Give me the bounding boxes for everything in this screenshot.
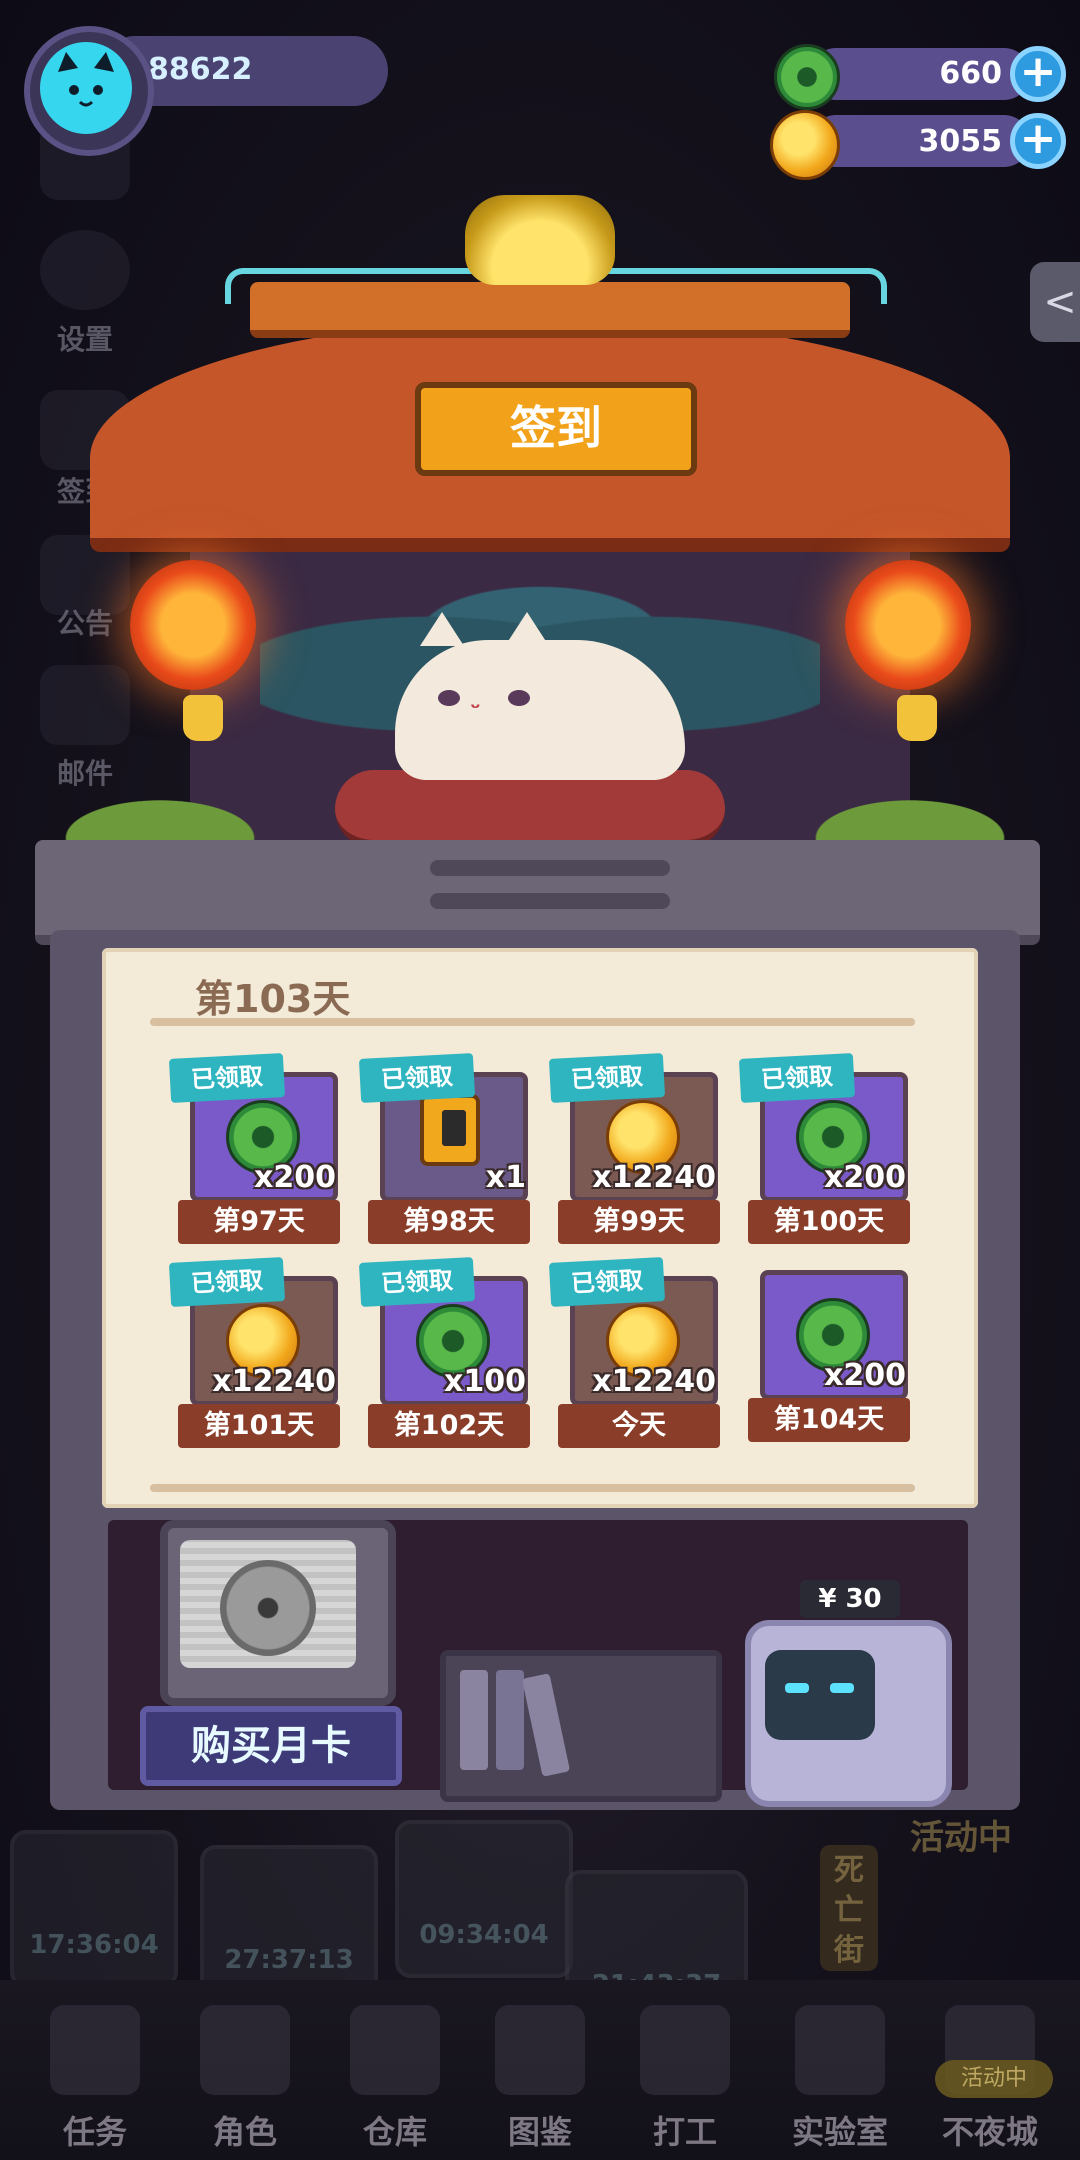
claimed-badge: 已领取 [358, 1053, 476, 1103]
cat-eye-left [438, 690, 460, 706]
cat-face-icon [58, 52, 114, 107]
avatar[interactable] [40, 42, 132, 134]
side-menu-mail: 邮件 [56, 757, 113, 790]
cat-ear-left [420, 612, 464, 646]
day-label: 第101天 [178, 1404, 340, 1448]
side-event-active: 活动中 [910, 1818, 1012, 1858]
gear-icon [40, 230, 130, 310]
nav-event-badge: 活动中 [935, 2060, 1053, 2098]
day-card-99[interactable]: x12240 第99天 已领取 [548, 1053, 720, 1244]
claimed-badge: 已领取 [548, 1257, 666, 1307]
player-id: 88622 [148, 52, 253, 87]
reward-qty: x12240 [212, 1364, 336, 1399]
day-card-97[interactable]: x200 第97天 已领取 [168, 1053, 340, 1244]
ledge-slot-2 [430, 893, 670, 909]
reward-qty: x200 [824, 1358, 906, 1393]
cat-ear-right [505, 612, 549, 646]
robot-eye-left [785, 1683, 809, 1693]
share-icon[interactable]: < [1030, 262, 1080, 342]
day-card-98[interactable]: x1 第98天 已领取 [358, 1053, 530, 1244]
nav-work[interactable]: 打工 [620, 2005, 750, 2155]
claimed-badge: 已领取 [168, 1257, 286, 1307]
day-card-101[interactable]: x12240 第101天 已领取 [168, 1257, 340, 1448]
title-divider [150, 1018, 915, 1026]
mail-icon [40, 665, 130, 745]
cat-mouth: ᵕ [470, 696, 481, 721]
buy-monthly-card-button[interactable]: 购买月卡 [140, 1706, 402, 1786]
checkin-sign: 签到 [415, 382, 697, 476]
reward-qty: x200 [824, 1160, 906, 1195]
reward-qty: x12240 [592, 1364, 716, 1399]
add-jade-button[interactable]: + [1010, 46, 1066, 102]
book-icon [495, 2005, 585, 2095]
day-card-today[interactable]: x12240 今天 已领取 [548, 1257, 720, 1448]
clipboard-icon [50, 2005, 140, 2095]
day-label: 第97天 [178, 1200, 340, 1244]
nav-tasks[interactable]: 任务 [30, 2005, 160, 2155]
day-label: 第102天 [368, 1404, 530, 1448]
character-icon [200, 2005, 290, 2095]
side-event-vertical: 死亡街 [820, 1845, 878, 1971]
side-menu-notice: 公告 [56, 607, 113, 640]
robot-face [765, 1650, 875, 1740]
day-label: 第104天 [748, 1398, 910, 1442]
lantern-left-icon [130, 560, 256, 690]
claimed-badge: 已领取 [548, 1053, 666, 1103]
day-card-102[interactable]: x100 第102天 已领取 [358, 1257, 530, 1448]
cushion [335, 770, 725, 848]
jade-value: 660 [939, 56, 1002, 91]
jade-coin-icon [774, 44, 840, 110]
disc-icon [220, 1560, 316, 1656]
reward-qty: x12240 [592, 1160, 716, 1195]
cat-mascot [395, 640, 685, 780]
add-gold-button[interactable]: + [1010, 113, 1066, 169]
claimed-badge: 已领取 [168, 1053, 286, 1103]
battery-icon [420, 1094, 480, 1166]
claimed-badge: 已领取 [738, 1053, 856, 1103]
nav-character[interactable]: 角色 [180, 2005, 310, 2155]
day-label: 今天 [558, 1404, 720, 1448]
chest-icon [350, 2005, 440, 2095]
gold-value: 3055 [918, 124, 1003, 159]
briefcase-icon [640, 2005, 730, 2095]
ledge-slot-1 [430, 860, 670, 876]
lantern-right-icon [845, 560, 971, 690]
flask-icon [795, 2005, 885, 2095]
reward-qty: x100 [444, 1364, 526, 1399]
claimed-badge: 已领取 [358, 1257, 476, 1307]
checkin-day-title: 第103天 [195, 977, 351, 1021]
day-label: 第99天 [558, 1200, 720, 1244]
price-tag: ¥ 30 [800, 1580, 900, 1618]
lantern-tassel-right [897, 695, 937, 741]
gold-ingot-icon [465, 195, 615, 285]
gold-coin-icon [770, 110, 840, 180]
day-label: 第100天 [748, 1200, 910, 1244]
day-card-100[interactable]: x200 第100天 已领取 [738, 1053, 910, 1244]
day-card-104[interactable]: x200 第104天 [748, 1270, 910, 1442]
robot-eye-right [830, 1683, 854, 1693]
side-menu-settings: 设置 [56, 323, 113, 356]
lantern-tassel-left [183, 695, 223, 741]
nav-collection[interactable]: 图鉴 [475, 2005, 605, 2155]
cat-eye-right [508, 690, 530, 706]
book-2 [496, 1670, 524, 1770]
bg-timer-1: 17:36:04 [10, 1830, 178, 1988]
nav-lab[interactable]: 实验室 [775, 2005, 905, 2155]
day-label: 第98天 [368, 1200, 530, 1244]
reward-qty: x1 [485, 1160, 526, 1195]
bg-timer-3: 09:34:04 [395, 1820, 573, 1978]
nav-warehouse[interactable]: 仓库 [330, 2005, 460, 2155]
book-1 [460, 1670, 488, 1770]
bottom-divider [150, 1484, 915, 1492]
reward-qty: x200 [254, 1160, 336, 1195]
